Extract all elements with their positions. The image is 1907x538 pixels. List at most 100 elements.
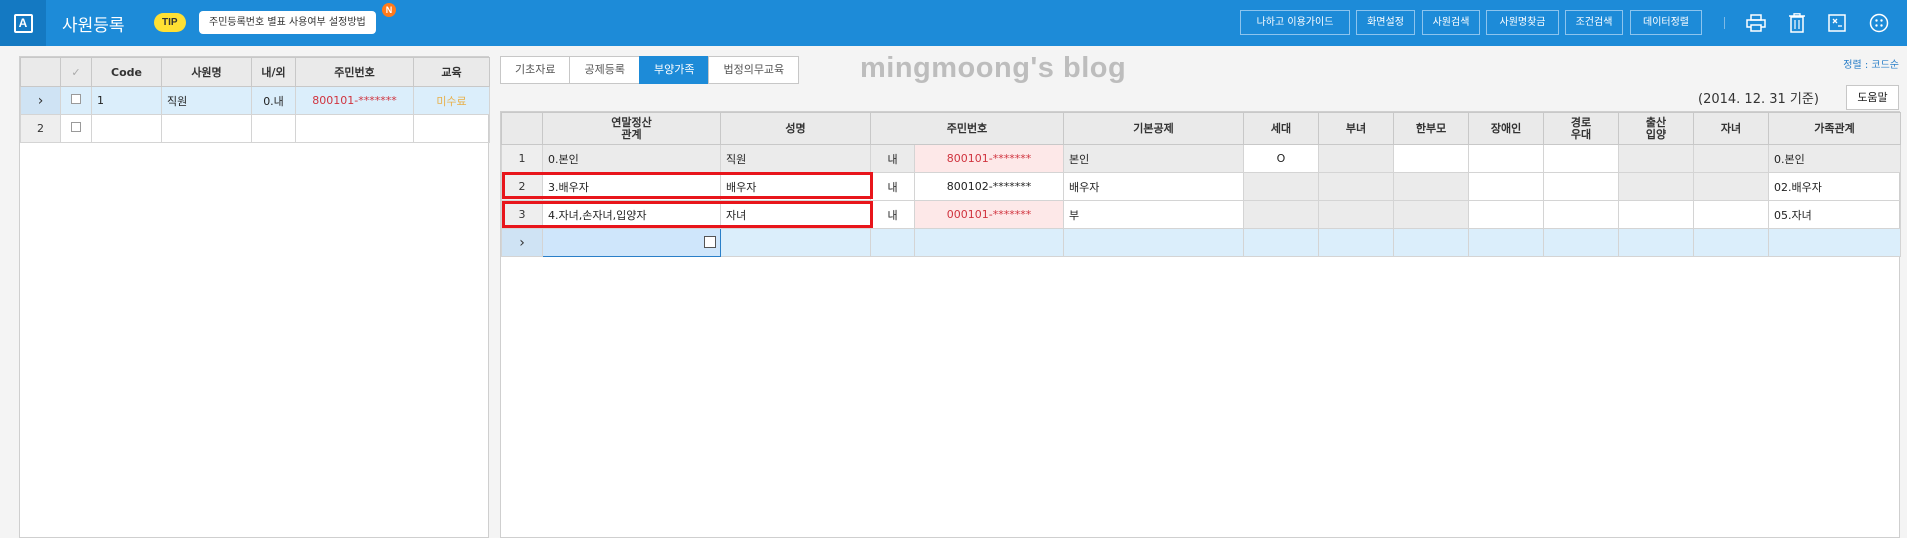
sort-order-link[interactable]: 정렬 : 코드순 xyxy=(1843,56,1899,71)
code-header[interactable]: Code xyxy=(91,57,162,87)
family-relation-cell[interactable] xyxy=(1768,228,1902,257)
new-table-row[interactable]: › xyxy=(501,228,1902,257)
disabled-cell[interactable] xyxy=(1468,200,1545,229)
code-cell[interactable]: 1 xyxy=(91,86,162,115)
woman-cell[interactable] xyxy=(1318,200,1395,229)
excel-icon[interactable] xyxy=(1825,11,1849,35)
data-sort-button[interactable]: 데이터정렬 xyxy=(1630,10,1702,35)
family-relation-header[interactable]: 가족관계 xyxy=(1768,112,1902,145)
user-guide-button[interactable]: 나하고 이용가이드 xyxy=(1240,10,1350,35)
relation-cell[interactable]: 0.본인 xyxy=(542,144,721,173)
name-header[interactable]: 성명 xyxy=(720,112,871,145)
relation-header[interactable]: 연말정산 관계 xyxy=(542,112,721,145)
name-cell[interactable]: 자녀 xyxy=(720,200,871,229)
screen-settings-button[interactable]: 화면설정 xyxy=(1356,10,1415,35)
relation-cell[interactable]: 4.자녀,손자녀,입양자 xyxy=(542,200,721,229)
nae-oe-cell[interactable]: 내 xyxy=(870,144,915,173)
tab-dependents[interactable]: 부양가족 xyxy=(638,56,709,84)
trash-icon[interactable] xyxy=(1785,11,1809,35)
name-cell[interactable] xyxy=(720,228,871,257)
basic-deduction-cell[interactable]: 배우자 xyxy=(1063,172,1245,201)
tab-basic-info[interactable]: 기초자료 xyxy=(500,56,570,84)
table-row[interactable]: 2 3.배우자 배우자 내 800102-******* 배우자 02.배우자 xyxy=(501,172,1902,201)
household-header[interactable]: 세대 xyxy=(1243,112,1320,145)
condition-search-button[interactable]: 조건검색 xyxy=(1565,10,1623,35)
employee-name-cell[interactable]: 직원 xyxy=(161,86,252,115)
household-cell[interactable] xyxy=(1243,200,1320,229)
jumin-cell[interactable]: 800101-******* xyxy=(913,144,1065,173)
household-cell[interactable]: O xyxy=(1243,144,1320,173)
basic-deduction-cell[interactable]: 본인 xyxy=(1063,144,1245,173)
nae-oe-cell[interactable]: 내 xyxy=(870,200,915,229)
disabled-cell[interactable] xyxy=(1468,172,1545,201)
code-cell[interactable] xyxy=(91,114,162,143)
tab-deduction[interactable]: 공제등록 xyxy=(569,56,639,84)
elderly-header[interactable]: 경로 우대 xyxy=(1543,112,1620,145)
code-help-icon[interactable] xyxy=(704,236,716,248)
nae-oe-header[interactable]: 내/외 xyxy=(251,57,296,87)
education-header[interactable]: 교육 xyxy=(413,57,490,87)
birth-adoption-cell[interactable] xyxy=(1618,228,1695,257)
tip-link[interactable]: 주민등록번호 별표 사용여부 설정방법 xyxy=(199,11,376,34)
education-status-cell[interactable]: 미수료 xyxy=(413,86,490,115)
single-parent-cell[interactable] xyxy=(1393,228,1470,257)
child-cell[interactable] xyxy=(1693,172,1770,201)
jumin-cell[interactable] xyxy=(295,114,414,143)
tab-mandatory-education[interactable]: 법정의무교육 xyxy=(708,56,800,84)
disabled-cell[interactable] xyxy=(1468,228,1545,257)
single-parent-header[interactable]: 한부모 xyxy=(1393,112,1470,145)
child-header[interactable]: 자녀 xyxy=(1693,112,1770,145)
row-checkbox[interactable] xyxy=(60,86,92,115)
jumin-cell[interactable]: 800102-******* xyxy=(913,172,1065,201)
child-cell[interactable] xyxy=(1693,200,1770,229)
birth-adoption-cell[interactable] xyxy=(1618,144,1695,173)
table-row[interactable]: 1 0.본인 직원 내 800101-******* 본인 O 0.본인 xyxy=(501,144,1902,173)
employee-search-button[interactable]: 사원검색 xyxy=(1422,10,1480,35)
help-button[interactable]: 도움말 xyxy=(1846,85,1899,110)
nae-oe-cell[interactable]: 내 xyxy=(870,172,915,201)
name-cell[interactable]: 배우자 xyxy=(720,172,871,201)
birth-adoption-cell[interactable] xyxy=(1618,172,1695,201)
child-cell[interactable] xyxy=(1693,228,1770,257)
birth-adoption-header[interactable]: 출산 입양 xyxy=(1618,112,1695,145)
nae-oe-cell[interactable] xyxy=(251,114,296,143)
disabled-cell[interactable] xyxy=(1468,144,1545,173)
woman-cell[interactable] xyxy=(1318,228,1395,257)
employee-name-find-button[interactable]: 사원명찾금 xyxy=(1486,10,1559,35)
basic-deduction-cell[interactable]: 부 xyxy=(1063,200,1245,229)
jumin-header[interactable]: 주민번호 xyxy=(869,112,1065,145)
single-parent-cell[interactable] xyxy=(1393,172,1470,201)
jumin-cell[interactable]: 000101-******* xyxy=(913,200,1065,229)
jumin-header[interactable]: 주민번호 xyxy=(295,57,414,87)
table-row[interactable]: › 1 직원 0.내 800101-******* 미수료 xyxy=(20,86,490,115)
print-icon[interactable] xyxy=(1744,11,1768,35)
disabled-header[interactable]: 장애인 xyxy=(1468,112,1545,145)
nae-oe-cell[interactable] xyxy=(870,228,915,257)
child-cell[interactable] xyxy=(1693,144,1770,173)
family-relation-cell[interactable]: 02.배우자 xyxy=(1768,172,1902,201)
household-cell[interactable] xyxy=(1243,172,1320,201)
basic-deduction-header[interactable]: 기본공제 xyxy=(1063,112,1245,145)
elderly-cell[interactable] xyxy=(1543,228,1620,257)
basic-deduction-cell[interactable] xyxy=(1063,228,1245,257)
single-parent-cell[interactable] xyxy=(1393,200,1470,229)
jumin-cell[interactable]: 800101-******* xyxy=(295,86,414,115)
elderly-cell[interactable] xyxy=(1543,200,1620,229)
table-row[interactable]: 3 4.자녀,손자녀,입양자 자녀 내 000101-******* 부 05.… xyxy=(501,200,1902,229)
woman-header[interactable]: 부녀 xyxy=(1318,112,1395,145)
select-all-check-header[interactable]: ✓ xyxy=(60,57,92,87)
row-checkbox[interactable] xyxy=(60,114,92,143)
employee-name-header[interactable]: 사원명 xyxy=(161,57,252,87)
woman-cell[interactable] xyxy=(1318,144,1395,173)
nae-oe-cell[interactable]: 0.내 xyxy=(251,86,296,115)
woman-cell[interactable] xyxy=(1318,172,1395,201)
birth-adoption-cell[interactable] xyxy=(1618,200,1695,229)
elderly-cell[interactable] xyxy=(1543,172,1620,201)
tip-badge[interactable]: TIP xyxy=(154,13,186,32)
jumin-cell[interactable] xyxy=(913,228,1065,257)
elderly-cell[interactable] xyxy=(1543,144,1620,173)
employee-name-cell[interactable] xyxy=(161,114,252,143)
relation-input[interactable] xyxy=(542,228,721,257)
more-icon[interactable] xyxy=(1867,11,1891,35)
relation-cell[interactable]: 3.배우자 xyxy=(542,172,721,201)
